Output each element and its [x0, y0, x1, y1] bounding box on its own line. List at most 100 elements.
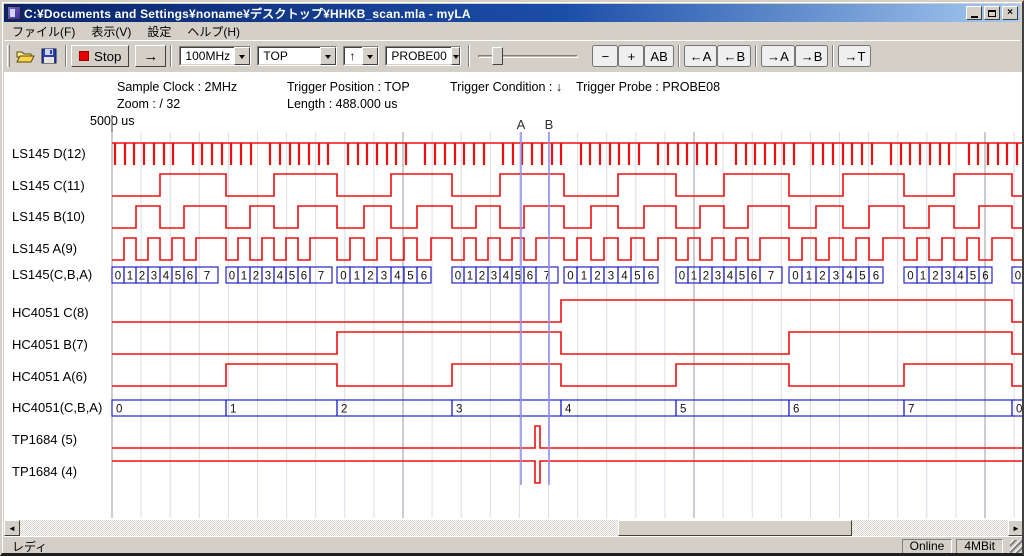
bus-value: 1: [581, 271, 587, 283]
bus-value: 5: [407, 271, 413, 283]
set-cursor-a-button[interactable]: →A: [761, 45, 795, 67]
scroll-left-button[interactable]: ◄: [4, 520, 20, 536]
stop-button[interactable]: Stop: [71, 45, 129, 67]
bus-value: 5: [739, 271, 745, 283]
bus-value: 7: [768, 271, 774, 283]
scroll-right-button[interactable]: ►: [1008, 520, 1024, 536]
chevron-down-icon[interactable]: [234, 47, 250, 65]
maximize-button[interactable]: [984, 6, 1000, 20]
zoom-slider[interactable]: [478, 45, 578, 67]
waveform-client-area: Sample Clock : 2MHz Trigger Position : T…: [4, 72, 1024, 520]
bus-value: 4: [957, 271, 964, 283]
bus-value: 1: [467, 271, 473, 283]
menu-view[interactable]: 表示(V): [83, 22, 139, 41]
zoom-in-button[interactable]: +: [618, 45, 644, 67]
bus-value: 6: [301, 271, 307, 283]
trigger-edge-select[interactable]: ↑: [343, 46, 379, 66]
resize-grip[interactable]: [1010, 540, 1023, 553]
menu-settings[interactable]: 設定: [139, 22, 179, 41]
cursor-a-label: A: [517, 117, 526, 132]
bus-value: 3: [945, 271, 951, 283]
bus-value: 6: [793, 404, 799, 416]
waveform-trace: [112, 332, 1024, 354]
bus-value: 3: [456, 404, 462, 416]
set-cursor-b-button[interactable]: →B: [795, 45, 829, 67]
bus-value: 2: [479, 271, 485, 283]
toolbar-separator: [170, 45, 172, 67]
run-button[interactable]: →: [135, 45, 166, 67]
bus-cell: [561, 400, 676, 416]
bus-value: 0: [1016, 404, 1022, 416]
minimize-button[interactable]: [966, 6, 982, 20]
run-arrow-icon: →: [143, 48, 158, 65]
bus-value: 0: [792, 271, 798, 283]
probe-value: PROBE00: [386, 47, 450, 65]
bus-value: 1: [806, 271, 812, 283]
waveform-trace: [112, 426, 1024, 448]
bus-value: 0: [229, 271, 235, 283]
goto-cursor-a-button[interactable]: ←A: [684, 45, 718, 67]
scrollbar-thumb[interactable]: [618, 520, 852, 536]
bus-value: 1: [354, 271, 360, 283]
waveform-trace: [112, 364, 1024, 386]
bus-value: 1: [127, 271, 133, 283]
menu-file[interactable]: ファイル(F): [4, 22, 83, 41]
bus-value: 3: [715, 271, 721, 283]
goto-cursor-b-button[interactable]: ←B: [717, 45, 751, 67]
zoom-ab-button[interactable]: AB: [644, 45, 673, 67]
horizontal-scrollbar[interactable]: ◄ ►: [4, 520, 1024, 536]
app-window: C:¥Documents and Settings¥noname¥デスクトップ¥…: [0, 0, 1024, 556]
scrollbar-track[interactable]: [20, 520, 1008, 536]
waveform-trace: [112, 206, 1024, 228]
bus-value: 2: [253, 271, 259, 283]
open-file-button[interactable]: [13, 45, 37, 67]
save-button[interactable]: [37, 45, 61, 67]
bus-cell: [337, 400, 452, 416]
zoom-out-button[interactable]: −: [592, 45, 618, 67]
toolbar-separator: [65, 45, 67, 67]
stop-label: Stop: [94, 49, 121, 64]
chevron-down-icon[interactable]: [451, 47, 461, 65]
bus-cell: [904, 400, 1012, 416]
bus-cell: [112, 400, 226, 416]
bus-row: 012345670: [112, 400, 1024, 416]
save-disk-icon: [41, 48, 57, 64]
goto-trigger-button[interactable]: →T: [838, 45, 871, 67]
toolbar-separator: [678, 45, 680, 67]
bus-value: 6: [421, 271, 427, 283]
bus-value: 5: [970, 271, 976, 283]
probe-select[interactable]: PROBE00: [385, 46, 461, 66]
zoom-slider-thumb[interactable]: [492, 47, 503, 65]
bus-value: 5: [680, 404, 686, 416]
bus-value: 6: [751, 271, 757, 283]
toolbar-separator: [832, 45, 834, 67]
bus-value: 5: [859, 271, 865, 283]
bus-value: 3: [491, 271, 497, 283]
scroll-left-icon: ◄: [8, 524, 16, 533]
bus-value: 6: [187, 271, 193, 283]
bus-cell: [226, 400, 337, 416]
bus-value: 1: [920, 271, 926, 283]
trigger-edge-value: ↑: [344, 47, 362, 65]
window-title: C:¥Documents and Settings¥noname¥デスクトップ¥…: [24, 5, 964, 22]
bus-value: 4: [621, 271, 628, 283]
cursor-b-label: B: [545, 117, 554, 132]
bus-value: 3: [265, 271, 271, 283]
close-button[interactable]: ×: [1002, 6, 1018, 20]
bus-value: 0: [115, 271, 121, 283]
chevron-down-icon[interactable]: [362, 47, 378, 65]
bus-value: 2: [819, 271, 825, 283]
waveform-trace: [112, 461, 1024, 483]
stop-icon: [79, 51, 89, 61]
bus-value: 1: [691, 271, 697, 283]
menu-help[interactable]: ヘルプ(H): [179, 22, 248, 41]
chevron-down-icon[interactable]: [320, 47, 336, 65]
clock-select[interactable]: 100MHz: [179, 46, 251, 66]
bus-value: 3: [381, 271, 387, 283]
toolbar-separator: [468, 45, 470, 67]
bus-value: 2: [932, 271, 938, 283]
trigger-position-select[interactable]: TOP: [257, 46, 337, 66]
bus-value: 0: [679, 271, 685, 283]
bus-value: 2: [703, 271, 709, 283]
bus-value: 6: [982, 271, 988, 283]
